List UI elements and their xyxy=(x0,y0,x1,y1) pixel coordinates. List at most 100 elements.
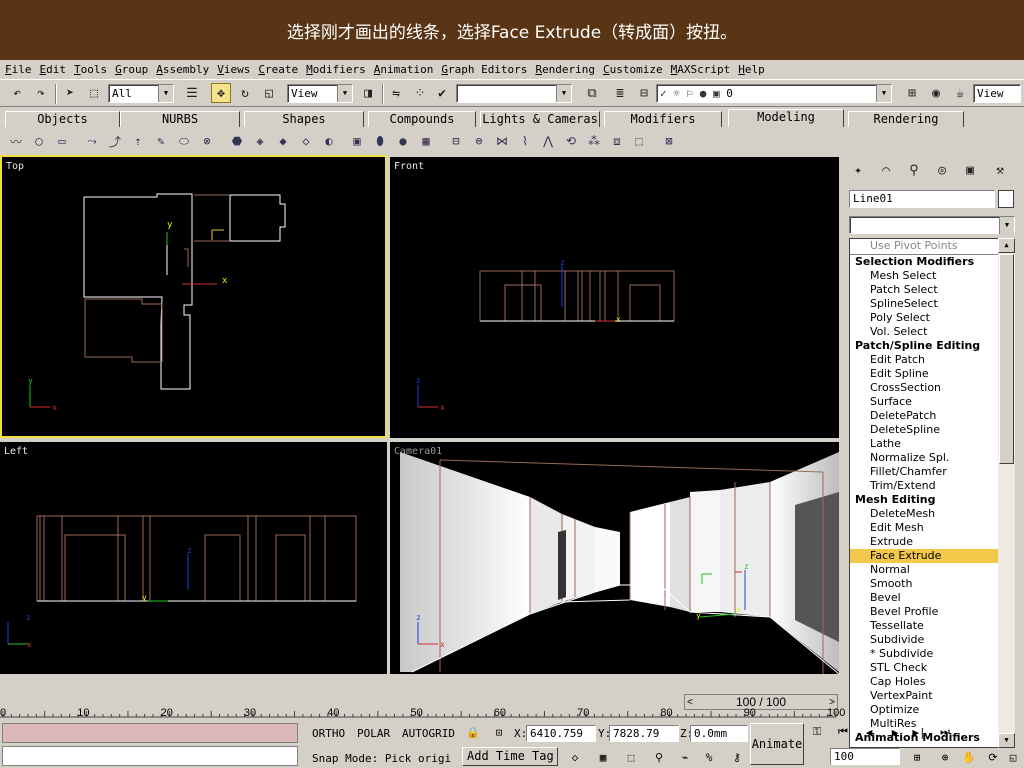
menu-file[interactable]: File xyxy=(5,63,32,76)
snap-toggle-icon[interactable]: ◇ xyxy=(566,748,584,766)
modifier-list-item[interactable]: DeleteMesh xyxy=(850,507,1014,521)
modifier-list-item[interactable]: Cap Holes xyxy=(850,675,1014,689)
play-icon[interactable]: ▶ xyxy=(886,723,904,741)
named-selection-dropdown[interactable]: ▼ xyxy=(456,84,572,103)
modifier-list-item[interactable]: VertexPaint xyxy=(850,689,1014,703)
viewport-camera[interactable]: Camera01 z x y z x xyxy=(390,442,839,674)
modifier-list-item[interactable]: Edit Patch xyxy=(850,353,1014,367)
modifier-list-item[interactable]: Smooth xyxy=(850,577,1014,591)
redo-icon[interactable]: ↷ xyxy=(31,83,51,103)
bevel-icon[interactable]: ✎ xyxy=(152,132,170,150)
maximize-viewport-icon[interactable]: ◱ xyxy=(1004,748,1022,766)
scale-icon[interactable]: ◱ xyxy=(259,83,279,103)
motion-tab-icon[interactable]: ◎ xyxy=(932,160,952,180)
autogrid-toggle[interactable]: AUTOGRID xyxy=(402,727,455,740)
magnet-icon[interactable]: ⌁ xyxy=(676,748,694,766)
modifier-list-item[interactable]: Subdivide xyxy=(850,633,1014,647)
maxscript-input[interactable] xyxy=(2,746,298,766)
rectangle-icon[interactable]: ▭ xyxy=(53,132,71,150)
extrude-icon[interactable]: ⇡ xyxy=(129,132,147,150)
modifier-list-item[interactable]: Tessellate xyxy=(850,619,1014,633)
modifier-list-item[interactable]: DeleteSpline xyxy=(850,423,1014,437)
modifier-list-item[interactable]: Face Extrude xyxy=(850,549,1014,563)
twist-icon[interactable]: ⟲ xyxy=(562,132,580,150)
face-extrude-icon[interactable]: ⬭ xyxy=(175,132,193,150)
zoom-icon[interactable]: ⊕ xyxy=(936,748,954,766)
modifier-list-item[interactable]: Lathe xyxy=(850,437,1014,451)
z-coordinate-field[interactable]: 0.0mm xyxy=(690,725,748,742)
render-type-field[interactable]: View xyxy=(973,84,1021,103)
editable-poly-icon[interactable]: ◆ xyxy=(274,132,292,150)
modifier-list-item[interactable]: Edit Spline xyxy=(850,367,1014,381)
bend-icon[interactable]: ⌇ xyxy=(516,132,534,150)
modifier-list-item[interactable]: Vol. Select xyxy=(850,325,1014,339)
modifier-list-item[interactable]: Bevel Profile xyxy=(850,605,1014,619)
selection-filter-dropdown[interactable]: All ▼ xyxy=(108,84,174,103)
edit-mesh-icon[interactable]: ◈ xyxy=(251,132,269,150)
menu-modifiers[interactable]: Modifiers xyxy=(306,63,366,76)
tab-modifiers[interactable]: Modifiers xyxy=(604,111,722,127)
menu-graph-editors[interactable]: Graph Editors xyxy=(441,63,527,76)
goto-end-icon[interactable]: ⏭ xyxy=(936,723,954,741)
modifier-list-item[interactable]: Fillet/Chamfer xyxy=(850,465,1014,479)
menu-customize[interactable]: Customize xyxy=(603,63,663,76)
tab-nurbs[interactable]: NURBS xyxy=(120,111,240,127)
named-selection-icon[interactable]: ⧉ xyxy=(582,83,602,103)
loft-icon[interactable]: ⊜ xyxy=(470,132,488,150)
select-by-name-icon[interactable]: ☰ xyxy=(182,83,202,103)
uvw-map-icon[interactable]: ◐ xyxy=(320,132,338,150)
taper-icon[interactable]: ⋀ xyxy=(539,132,557,150)
display-tab-icon[interactable]: ▣ xyxy=(960,160,980,180)
modifier-list[interactable]: Use Pivot Points Selection Modifiers Mesh … xyxy=(849,238,1015,748)
modifier-list-item[interactable]: STL Check xyxy=(850,661,1014,675)
region-select-icon[interactable]: ⬚ xyxy=(84,83,104,103)
lock-selection-icon[interactable]: 🔒 xyxy=(464,723,482,741)
circle-icon[interactable]: ◯ xyxy=(30,132,48,150)
tab-modeling[interactable]: Modeling xyxy=(728,109,844,127)
menu-rendering[interactable]: Rendering xyxy=(535,63,595,76)
tab-rendering[interactable]: Rendering xyxy=(848,111,964,127)
create-tab-icon[interactable]: ✦ xyxy=(848,160,868,180)
boolean-icon[interactable]: ⊟ xyxy=(447,132,465,150)
array-icon[interactable]: ⁘ xyxy=(410,83,430,103)
rotate-icon[interactable]: ↻ xyxy=(235,83,255,103)
tab-compounds[interactable]: Compounds xyxy=(368,111,476,127)
hierarchy-tab-icon[interactable]: ⚲ xyxy=(904,160,924,180)
goto-start-icon[interactable]: ⏮ xyxy=(834,723,852,741)
menu-assembly[interactable]: Assembly xyxy=(156,63,209,76)
modifier-list-item[interactable]: Poly Select xyxy=(850,311,1014,325)
spinner-snap-icon[interactable]: ⚲ xyxy=(650,748,668,766)
connect-icon[interactable]: ⋈ xyxy=(493,132,511,150)
box-icon[interactable]: ▣ xyxy=(348,132,366,150)
modifier-list-item[interactable]: * Subdivide xyxy=(850,647,1014,661)
line-icon[interactable]: 〰 xyxy=(7,132,25,150)
x-coordinate-field[interactable]: 6410.759 xyxy=(526,725,596,742)
edit-spline-icon[interactable]: ⤳ xyxy=(83,132,101,150)
next-frame-icon[interactable]: ▶| xyxy=(910,723,928,741)
reference-coordinate-dropdown[interactable]: View ▼ xyxy=(287,84,353,103)
modifier-list-item[interactable]: Optimize xyxy=(850,703,1014,717)
angle-snap-icon[interactable]: ▦ xyxy=(594,748,612,766)
modifier-list-dropdown[interactable]: ▼ xyxy=(849,216,1015,234)
add-time-tag-button[interactable]: Add Time Tag xyxy=(462,747,558,766)
object-color-swatch[interactable] xyxy=(998,190,1014,208)
layer-dropdown[interactable]: ✓ ☼ ⚐ ● ▣ 0 ▼ xyxy=(656,84,892,103)
viewport-top[interactable]: Top y x y x xyxy=(0,155,387,438)
tab-objects[interactable]: Objects xyxy=(5,111,120,127)
render-scene-icon[interactable]: ☕ xyxy=(950,83,970,103)
optimize-icon[interactable]: ◇ xyxy=(297,132,315,150)
modifier-list-item[interactable]: SplineSelect xyxy=(850,297,1014,311)
modifier-list-item[interactable]: Surface xyxy=(850,395,1014,409)
menu-group[interactable]: Group xyxy=(115,63,148,76)
menu-tools[interactable]: Tools xyxy=(74,63,107,76)
modifier-list-item[interactable]: Patch Select xyxy=(850,283,1014,297)
modifier-list-item[interactable]: Bevel xyxy=(850,591,1014,605)
meshsmooth-icon[interactable]: ⬣ xyxy=(228,132,246,150)
grid-icon[interactable]: ▦ xyxy=(417,132,435,150)
menu-maxscript[interactable]: MAXScript xyxy=(671,63,731,76)
mirror-icon[interactable]: ⇋ xyxy=(386,83,406,103)
percent-icon[interactable]: % xyxy=(700,748,718,766)
viewport-left[interactable]: Left z y z x xyxy=(0,442,387,674)
scroll-up-icon[interactable]: ▲ xyxy=(998,238,1015,253)
undo-icon[interactable]: ↶ xyxy=(7,83,27,103)
